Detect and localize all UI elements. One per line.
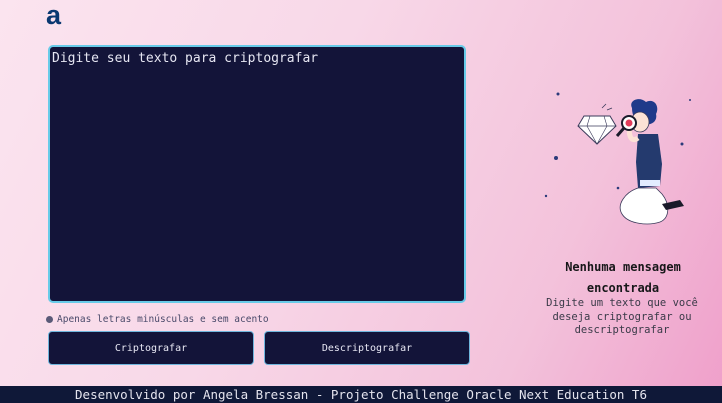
encrypt-button[interactable]: Criptografar: [48, 331, 254, 365]
input-hint-text: Apenas letras minúsculas e sem acento: [57, 314, 269, 325]
logo: a: [46, 0, 62, 30]
info-icon: [46, 316, 53, 323]
footer-credit: Desenvolvido por Angela Bressan - Projet…: [0, 386, 722, 403]
decrypt-button[interactable]: Descriptografar: [264, 331, 470, 365]
magnifier-icon: [615, 115, 637, 137]
input-hint: Apenas letras minúsculas e sem acento: [46, 314, 269, 325]
empty-state-title: Nenhuma mensagem encontrada: [565, 260, 681, 295]
empty-state-illustration: [544, 92, 691, 225]
diamond-icon: [577, 115, 617, 145]
empty-state-subtitle: Digite um texto que você deseja criptogr…: [546, 297, 698, 336]
sparkle-dots-icon: [544, 92, 691, 198]
message-input[interactable]: [48, 45, 466, 303]
